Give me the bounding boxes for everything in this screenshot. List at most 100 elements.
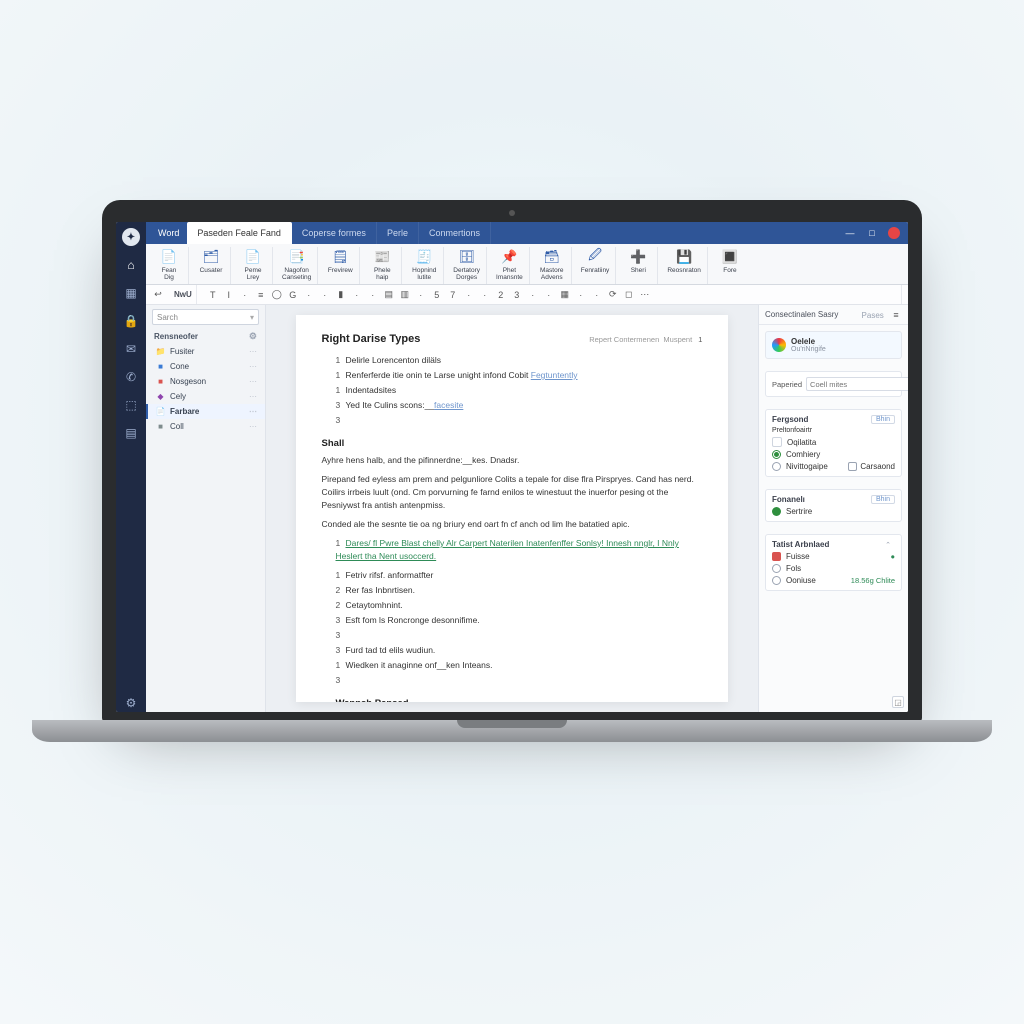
font-name[interactable]: NwU	[174, 290, 192, 299]
tab-0[interactable]: Paseden Feale Fand	[187, 222, 292, 244]
nav-item-2[interactable]: ■ Nosgeson ⋯	[146, 374, 265, 389]
nav-search[interactable]: Sarch ▾	[152, 309, 259, 325]
ribbon-btn-4[interactable]: 🗒 Frevirew	[325, 247, 355, 275]
close-button[interactable]	[888, 227, 900, 239]
document-viewport[interactable]: Repert Contermenen Muspent 1 Right Daris…	[266, 305, 758, 712]
rail-home-icon[interactable]: ⌂	[122, 256, 140, 274]
ribbon-icon: 🔳	[721, 248, 739, 266]
checkbox-icon[interactable]	[848, 462, 857, 471]
rail-lock-icon[interactable]: 🔒	[122, 312, 140, 330]
nav-item-4[interactable]: 📄 Farbare ⋯	[146, 404, 265, 419]
card3-row0-dot: ●	[890, 552, 895, 561]
nav-item-more-icon[interactable]: ⋯	[249, 347, 257, 356]
ribbon-label: Mastore Advens	[540, 267, 563, 281]
fmt-control-15[interactable]: 7	[447, 289, 459, 301]
ribbon-btn-5[interactable]: 📰 Phele haip	[367, 247, 397, 282]
rail-calendar-icon[interactable]: ▦	[122, 284, 140, 302]
fmt-control-2[interactable]: ·	[239, 289, 251, 301]
fmt-control-22[interactable]: ▦	[559, 289, 571, 301]
ribbon-btn-11[interactable]: ➕ Sheri	[623, 247, 653, 275]
panel-header-title: Consectinalen Sasry	[765, 310, 838, 319]
nav-item-more-icon[interactable]: ⋯	[249, 392, 257, 401]
ribbon-btn-7[interactable]: 🗄 Dertatory Dorges	[451, 247, 482, 282]
nav-item-1[interactable]: ■ Cone ⋯	[146, 359, 265, 374]
ribbon-btn-12[interactable]: 💾 Reosnraton	[665, 247, 703, 275]
fmt-control-24[interactable]: ·	[591, 289, 603, 301]
panel-menu-icon[interactable]: ≡	[890, 309, 902, 321]
radio-icon[interactable]	[772, 564, 781, 573]
ribbon-btn-10[interactable]: 🖉 Fenratiiny	[579, 247, 612, 275]
list-item: 3	[336, 414, 703, 427]
fmt-control-12[interactable]: ▥	[399, 289, 411, 301]
fmt-control-17[interactable]: ·	[479, 289, 491, 301]
fmt-control-1[interactable]: I	[223, 289, 235, 301]
undo-icon[interactable]: ↩	[152, 289, 164, 301]
nav-item-more-icon[interactable]: ⋯	[249, 422, 257, 431]
rail-chat-icon[interactable]: ✉	[122, 340, 140, 358]
nav-item-more-icon[interactable]: ⋯	[249, 362, 257, 371]
panel-resize-icon[interactable]: ◲	[892, 696, 904, 708]
fmt-control-10[interactable]: ·	[367, 289, 379, 301]
radio-icon[interactable]	[772, 576, 781, 585]
fmt-control-23[interactable]: ·	[575, 289, 587, 301]
fmt-control-14[interactable]: 5	[431, 289, 443, 301]
ribbon-btn-0[interactable]: 📄 Fean Dig	[154, 247, 184, 282]
tab-2[interactable]: Perle	[377, 222, 419, 244]
nav-item-3[interactable]: ◆ Cely ⋯	[146, 389, 265, 404]
card3-chevron-icon[interactable]: ⌃	[881, 541, 895, 549]
doc-heading-shall: Shall	[322, 437, 703, 450]
fmt-control-5[interactable]: G	[287, 289, 299, 301]
ribbon-label: Fean Dig	[162, 267, 177, 281]
card2-button[interactable]: Bhin	[871, 495, 895, 504]
fmt-control-0[interactable]: T	[207, 289, 219, 301]
fmt-control-4[interactable]: ◯	[271, 289, 283, 301]
side-panel: Consectinalen Sasry Pases ≡ Oelele	[758, 305, 908, 712]
rail-apps-icon[interactable]: ⬚	[122, 396, 140, 414]
fmt-control-7[interactable]: ·	[319, 289, 331, 301]
chip-icon[interactable]	[772, 437, 782, 447]
ribbon-btn-6[interactable]: 🧾 Hopnind lutite	[409, 247, 439, 282]
nav-item-more-icon[interactable]: ⋯	[249, 407, 257, 416]
radio-on-icon[interactable]	[772, 450, 781, 459]
ribbon-btn-13[interactable]: 🔳 Fore	[715, 247, 745, 275]
fmt-control-13[interactable]: ·	[415, 289, 427, 301]
nav-item-5[interactable]: ■ Coll ⋯	[146, 419, 265, 434]
fmt-control-21[interactable]: ·	[543, 289, 555, 301]
fmt-control-25[interactable]: ⟳	[607, 289, 619, 301]
fmt-control-3[interactable]: ≡	[255, 289, 267, 301]
rail-grid-icon[interactable]: ▤	[122, 424, 140, 442]
fmt-control-27[interactable]: ⋯	[639, 289, 651, 301]
radio-icon[interactable]	[772, 462, 781, 471]
fmt-control-20[interactable]: ·	[527, 289, 539, 301]
nav-item-0[interactable]: 📁 Fusiter ⋯	[146, 344, 265, 359]
fmt-control-26[interactable]: ◻	[623, 289, 635, 301]
fmt-control-19[interactable]: 3	[511, 289, 523, 301]
tab-3[interactable]: Conmertions	[419, 222, 491, 244]
ribbon-btn-9[interactable]: 🗃 Mastore Advens	[537, 247, 567, 282]
panel-user-sub: Ou'riNrigife	[791, 346, 826, 353]
ribbon-btn-1[interactable]: 🗂 Cusater	[196, 247, 226, 275]
fmt-control-16[interactable]: ·	[463, 289, 475, 301]
nav-gear-icon[interactable]: ⚙	[249, 331, 257, 342]
fmt-control-8[interactable]: ▮	[335, 289, 347, 301]
ribbon-btn-3[interactable]: 📑 Nagofon Canseting	[280, 247, 313, 282]
avatar[interactable]: ✦	[122, 228, 140, 246]
ribbon-btn-2[interactable]: 📄 Peme Lrey	[238, 247, 268, 282]
nav-item-more-icon[interactable]: ⋯	[249, 377, 257, 386]
fmt-control-18[interactable]: 2	[495, 289, 507, 301]
nav-item-label: Nosgeson	[170, 377, 206, 386]
passrow-input[interactable]	[806, 377, 908, 391]
fmt-control-6[interactable]: ·	[303, 289, 315, 301]
tab-1[interactable]: Coperse formes	[292, 222, 377, 244]
laptop-mockup: ✦ ⌂ ▦ 🔒 ✉ ✆ ⬚ ▤ ⚙ Word Paseden Feale Fan…	[102, 200, 922, 722]
maximize-button[interactable]: □	[866, 227, 878, 239]
fmt-control-11[interactable]: ▤	[383, 289, 395, 301]
fmt-control-9[interactable]: ·	[351, 289, 363, 301]
minimize-button[interactable]: —	[844, 227, 856, 239]
ribbon-label: Sheri	[631, 267, 646, 274]
ribbon-btn-8[interactable]: 📌 Phet Imansnte	[494, 247, 525, 282]
card1-button[interactable]: Bhin	[871, 415, 895, 424]
rail-phone-icon[interactable]: ✆	[122, 368, 140, 386]
rail-settings-icon[interactable]: ⚙	[122, 694, 140, 712]
nav-item-icon: ◆	[156, 392, 165, 401]
